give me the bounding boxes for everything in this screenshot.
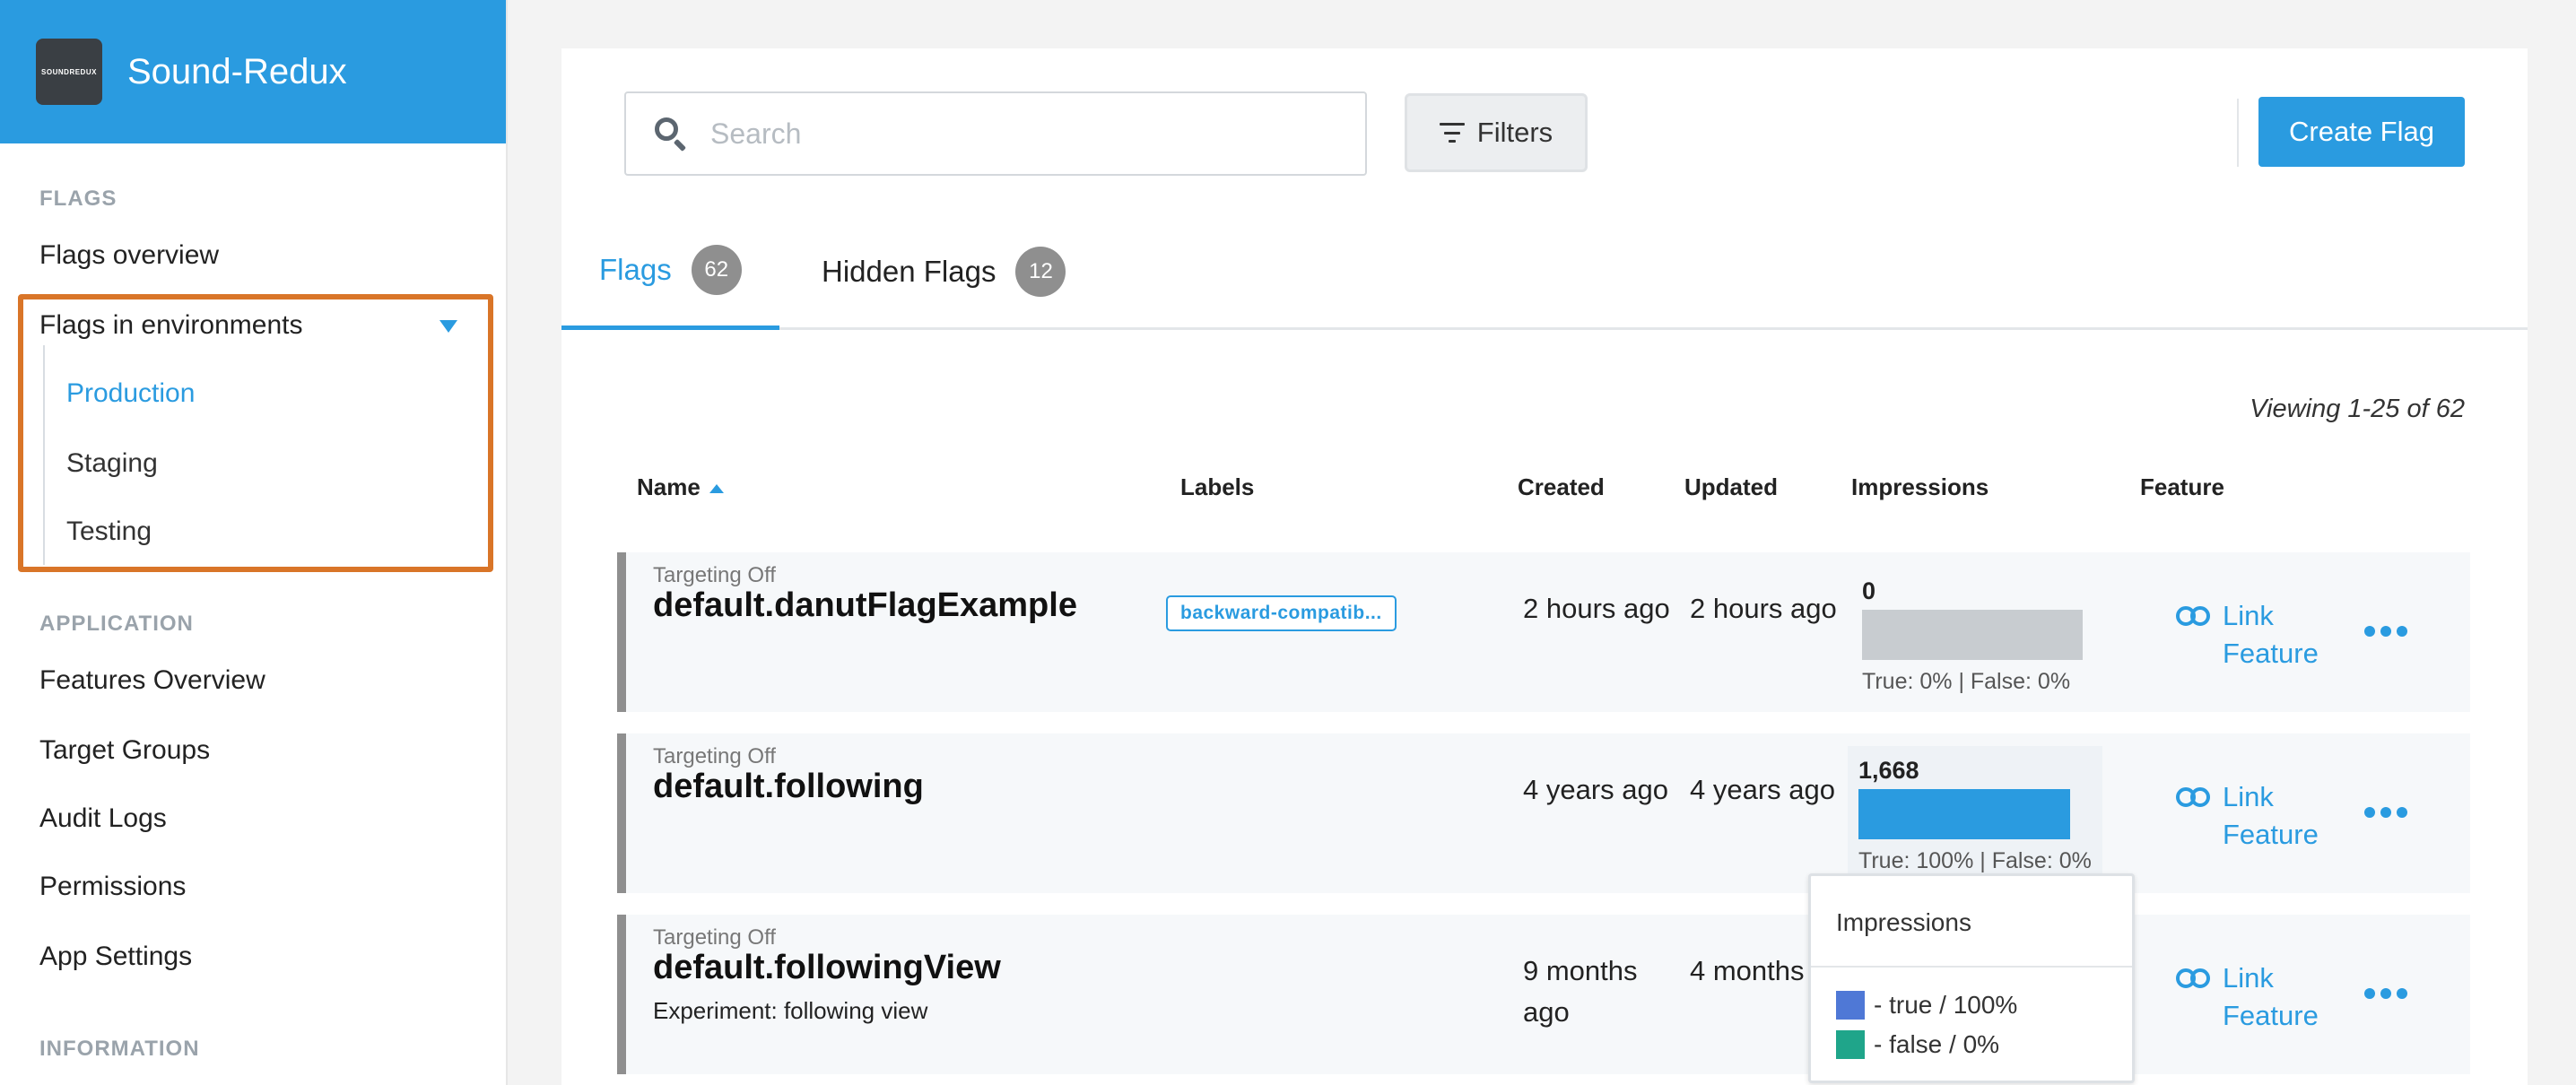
tooltip-divider — [1811, 966, 2132, 968]
chevron-down-icon[interactable] — [439, 320, 457, 333]
updated-value: 4 years ago — [1690, 774, 1835, 805]
sidebar: SOUNDREDUX Sound-Redux FLAGS Flags overv… — [0, 0, 508, 1085]
brand-header[interactable]: SOUNDREDUX Sound-Redux — [0, 0, 506, 143]
create-flag-button[interactable]: Create Flag — [2258, 97, 2465, 167]
submenu-line — [43, 345, 45, 565]
legend-swatch — [1836, 991, 1865, 1020]
sidebar-item-staging[interactable]: Staging — [66, 448, 158, 479]
tab-hidden-flags[interactable]: Hidden Flags 12 — [822, 213, 1066, 330]
impressions-count: 0 — [1862, 577, 1876, 604]
search-icon — [653, 116, 689, 152]
sidebar-item-features-overview[interactable]: Features Overview — [39, 665, 265, 696]
legend-swatch — [1836, 1030, 1865, 1059]
table-row[interactable]: Targeting Off default.danutFlagExample b… — [617, 552, 2470, 712]
created-value: 4 years ago — [1523, 774, 1668, 805]
link-feature-button[interactable]: Link Feature — [2176, 597, 2319, 673]
app-logo: SOUNDREDUX — [36, 39, 102, 105]
impressions-bar[interactable] — [1858, 789, 2070, 839]
updated-value: 2 hours ago — [1690, 593, 1837, 624]
link-icon — [2176, 606, 2212, 628]
more-options-icon[interactable] — [2364, 807, 2407, 818]
impressions-tooltip: Impressions - true / 100% - false / 0% — [1808, 873, 2135, 1083]
flag-description: Experiment: following view — [653, 997, 928, 1024]
more-options-icon[interactable] — [2364, 626, 2407, 637]
flag-name[interactable]: default.followingView — [653, 949, 1001, 987]
count-badge: 62 — [691, 244, 742, 295]
column-header-feature: Feature — [2140, 473, 2224, 500]
pagination-summary: Viewing 1-25 of 62 — [2250, 395, 2465, 423]
sidebar-item-app-settings[interactable]: App Settings — [39, 942, 192, 972]
count-badge: 12 — [1015, 247, 1066, 297]
flag-name[interactable]: default.danutFlagExample — [653, 586, 1077, 625]
link-feature-button[interactable]: Link Feature — [2176, 959, 2319, 1035]
sort-asc-icon — [709, 484, 724, 494]
targeting-status: Targeting Off — [653, 744, 776, 768]
more-options-icon[interactable] — [2364, 988, 2407, 999]
section-label-application: APPLICATION — [39, 612, 194, 636]
sidebar-item-target-groups[interactable]: Target Groups — [39, 735, 210, 766]
impressions-count: 1,668 — [1858, 757, 1919, 784]
link-icon — [2176, 787, 2212, 809]
created-value: 2 hours ago — [1523, 593, 1670, 624]
filters-label: Filters — [1476, 117, 1553, 148]
impressions-bar — [1862, 610, 2083, 660]
table-row[interactable]: Targeting Off default.following 4 years … — [617, 733, 2470, 893]
tab-flags[interactable]: Flags 62 — [561, 213, 779, 330]
link-icon — [2176, 968, 2212, 990]
legend-item-false: - false / 0% — [1836, 1030, 1999, 1059]
sidebar-item-audit-logs[interactable]: Audit Logs — [39, 803, 167, 834]
link-feature-button[interactable]: Link Feature — [2176, 778, 2319, 854]
section-label-flags: FLAGS — [39, 187, 117, 211]
toolbar-divider — [2237, 99, 2239, 167]
filters-button[interactable]: Filters — [1405, 93, 1588, 172]
targeting-status: Targeting Off — [653, 563, 776, 587]
search-input[interactable] — [710, 117, 1338, 151]
tab-label: Flags — [599, 252, 672, 286]
legend-item-true: - true / 100% — [1836, 991, 2017, 1020]
tab-bar: Flags 62 Hidden Flags 12 — [561, 213, 2528, 330]
tab-label: Hidden Flags — [822, 255, 996, 288]
column-header-created[interactable]: Created — [1518, 473, 1605, 501]
sidebar-item-production[interactable]: Production — [66, 378, 195, 409]
impressions-breakdown: True: 100% | False: 0% — [1858, 848, 2092, 873]
main-panel: Filters Create Flag Flags 62 Hidden Flag… — [561, 48, 2528, 1085]
section-label-information: INFORMATION — [39, 1037, 200, 1061]
filter-icon — [1439, 123, 1465, 143]
table-row[interactable]: Targeting Off default.followingView Expe… — [617, 915, 2470, 1074]
label-tag[interactable]: backward-compatib... — [1166, 595, 1397, 631]
sidebar-item-flags-in-environments[interactable]: Flags in environments — [39, 310, 302, 341]
search-box[interactable] — [624, 91, 1367, 176]
toolbar: Filters Create Flag — [561, 48, 2528, 213]
column-header-updated[interactable]: Updated — [1684, 473, 1778, 501]
targeting-status: Targeting Off — [653, 925, 776, 950]
column-header-labels: Labels — [1180, 473, 1255, 500]
created-value: 9 months ago — [1523, 955, 1638, 1028]
app-name: Sound-Redux — [127, 51, 347, 91]
impressions-breakdown: True: 0% | False: 0% — [1862, 669, 2071, 694]
sidebar-item-flags-overview[interactable]: Flags overview — [39, 240, 219, 271]
flag-name[interactable]: default.following — [653, 768, 924, 806]
tooltip-title: Impressions — [1836, 908, 1971, 936]
sidebar-item-permissions[interactable]: Permissions — [39, 872, 186, 902]
column-header-name[interactable]: Name — [637, 473, 724, 501]
sidebar-item-testing[interactable]: Testing — [66, 516, 152, 547]
column-header-impressions: Impressions — [1851, 473, 1989, 500]
